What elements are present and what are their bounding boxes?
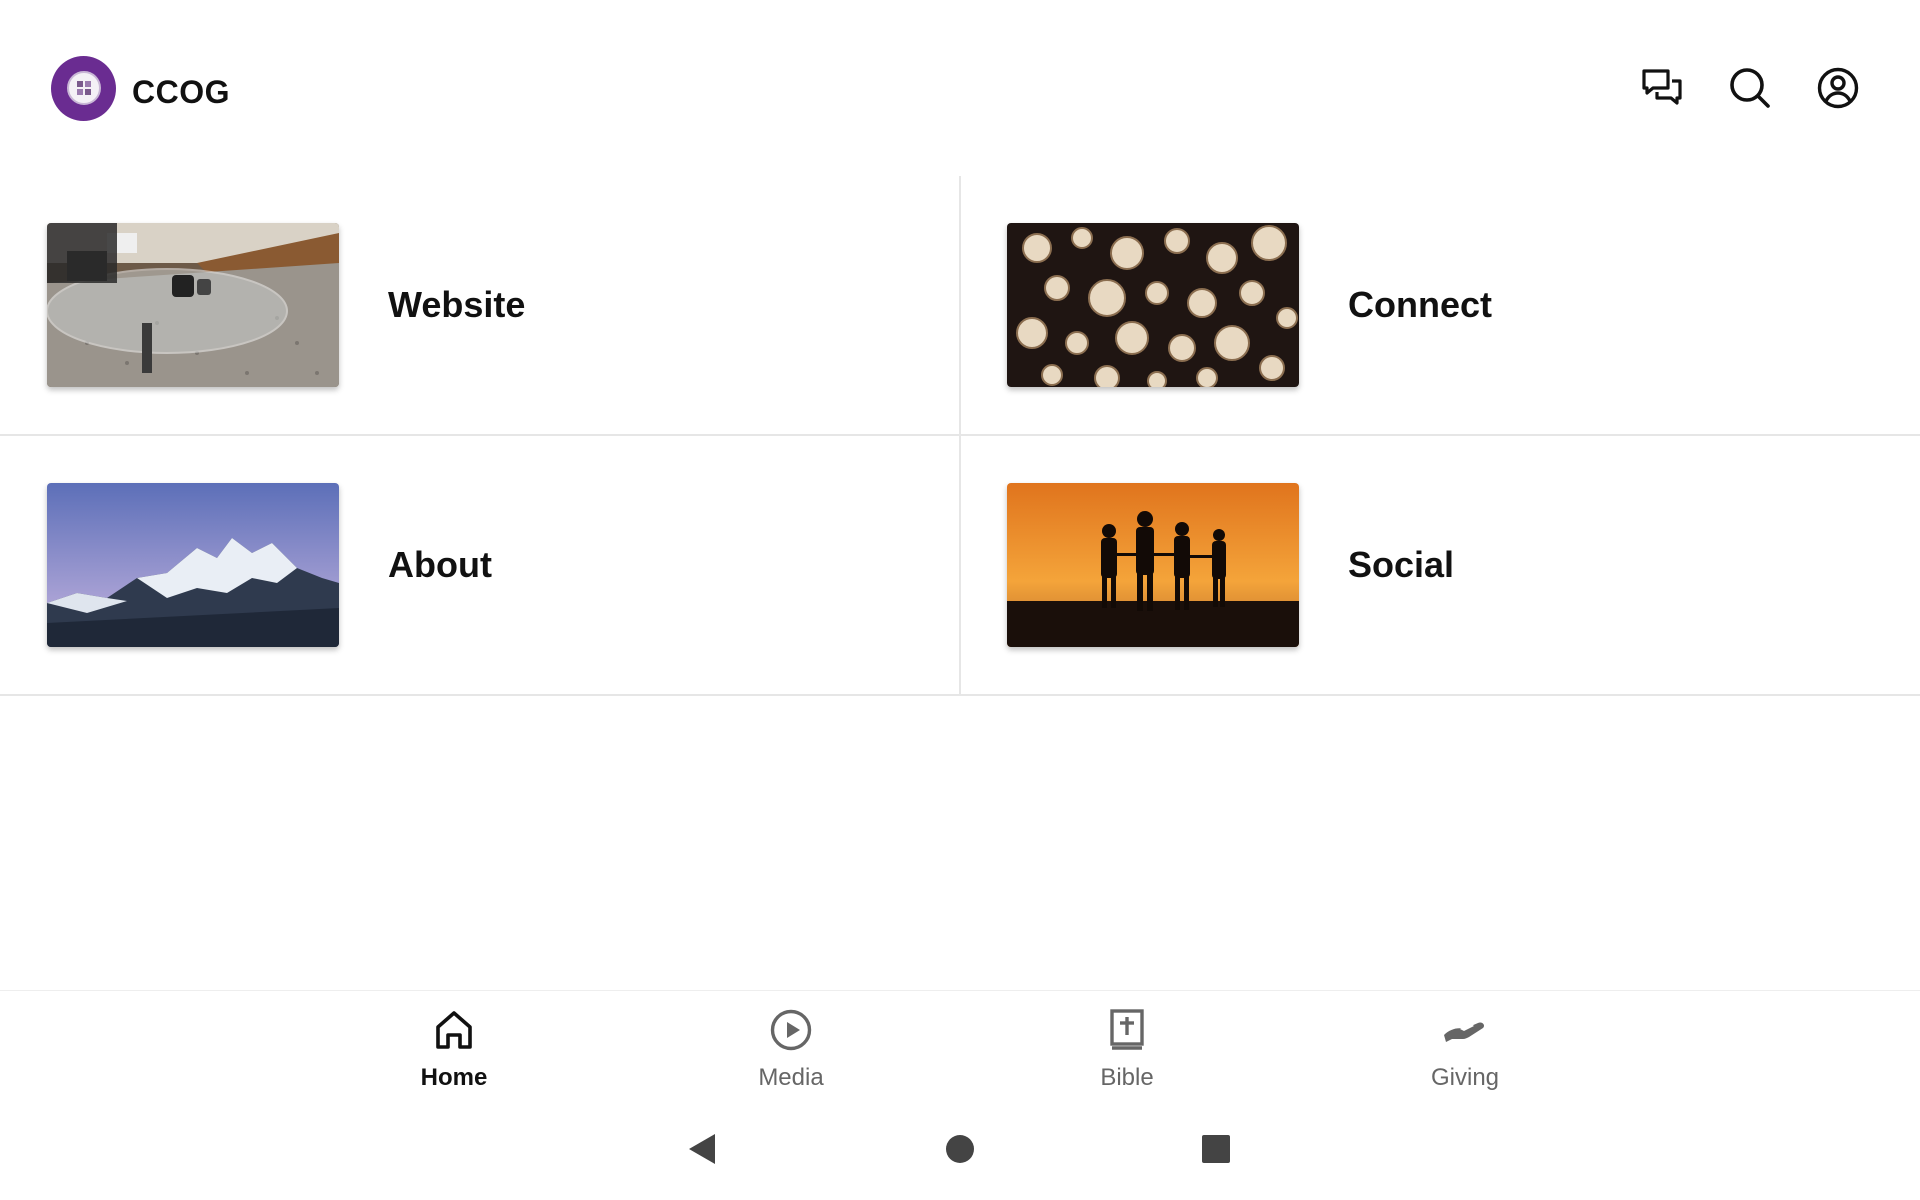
header-actions bbox=[1640, 66, 1860, 110]
tile-label: Social bbox=[1348, 544, 1455, 585]
search-icon[interactable] bbox=[1728, 66, 1772, 110]
tile-connect[interactable]: Connect bbox=[961, 176, 1920, 436]
home-circle-icon[interactable] bbox=[945, 1132, 975, 1171]
bottom-navigation: Home Media Bible Giving bbox=[0, 990, 1920, 1100]
logo-emblem bbox=[66, 71, 101, 105]
nav-label-home: Home bbox=[420, 1064, 488, 1091]
tile-label: Connect bbox=[1348, 284, 1492, 325]
messages-icon[interactable] bbox=[1640, 66, 1684, 110]
nav-label-giving: Giving bbox=[1430, 1064, 1500, 1091]
play-circle-icon bbox=[770, 1009, 812, 1056]
brand[interactable]: CCOG bbox=[51, 55, 230, 121]
home-tile-grid: Website Connect About Social bbox=[0, 176, 1920, 696]
system-navigation-bar bbox=[0, 1110, 1920, 1200]
bible-icon bbox=[1109, 1009, 1145, 1056]
sunset-silhouettes-photo bbox=[1007, 483, 1299, 647]
app-screen: CCOG Website Connect About Social Home M… bbox=[0, 0, 1920, 1200]
snowy-mountains-photo bbox=[47, 483, 339, 647]
tile-label: About bbox=[388, 544, 492, 585]
account-icon[interactable] bbox=[1816, 66, 1860, 110]
nav-giving[interactable]: Giving bbox=[1385, 1009, 1545, 1092]
tile-website[interactable]: Website bbox=[0, 176, 961, 436]
back-icon[interactable] bbox=[687, 1132, 717, 1171]
nav-media[interactable]: Media bbox=[711, 1009, 871, 1092]
tile-about[interactable]: About bbox=[0, 436, 961, 696]
tile-label: Website bbox=[388, 284, 526, 325]
living-room-table-photo bbox=[47, 223, 339, 387]
home-icon bbox=[434, 1009, 474, 1056]
church-logo bbox=[51, 55, 116, 121]
stacked-logs-photo bbox=[1007, 223, 1299, 387]
nav-label-bible: Bible bbox=[1100, 1064, 1154, 1091]
giving-hand-icon bbox=[1442, 1009, 1488, 1056]
app-name: CCOG bbox=[132, 73, 230, 110]
nav-home[interactable]: Home bbox=[374, 1009, 534, 1092]
nav-label-media: Media bbox=[758, 1064, 824, 1091]
tile-social[interactable]: Social bbox=[961, 436, 1920, 696]
top-app-bar: CCOG bbox=[0, 0, 1920, 176]
recents-square-icon[interactable] bbox=[1201, 1132, 1231, 1171]
nav-bible[interactable]: Bible bbox=[1047, 1009, 1207, 1092]
